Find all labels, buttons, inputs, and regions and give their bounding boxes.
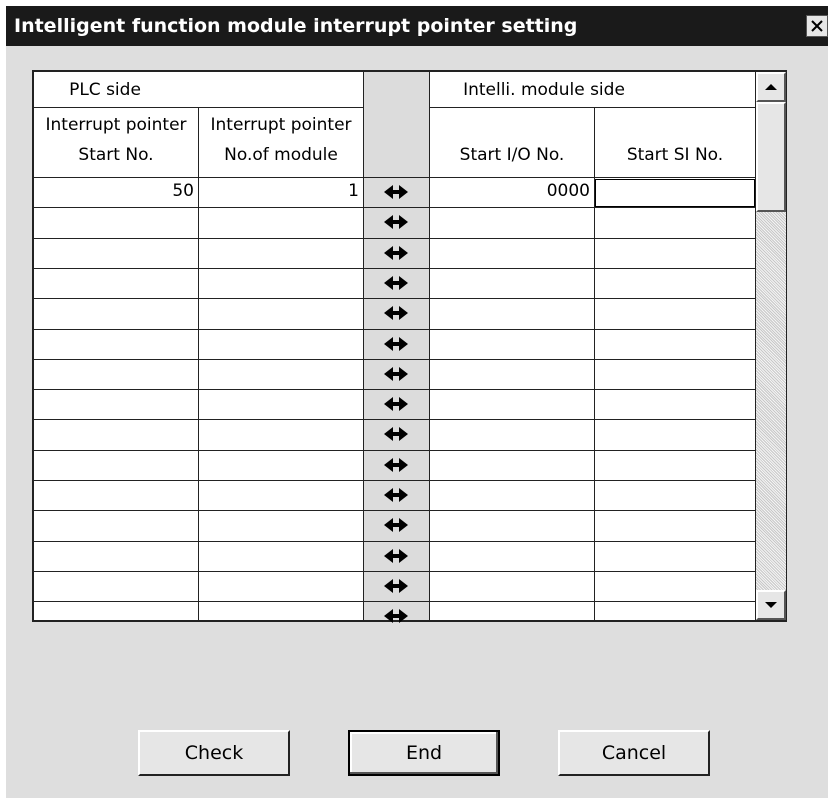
cancel-button[interactable]: Cancel xyxy=(558,730,710,776)
scroll-thumb[interactable] xyxy=(756,102,786,212)
active-cell-editor[interactable] xyxy=(595,179,755,207)
double-arrow-icon xyxy=(384,337,408,351)
double-arrow-icon xyxy=(384,185,408,199)
header-pointer-count-1: Interrupt pointer xyxy=(210,115,352,135)
double-arrow-icon xyxy=(384,488,408,502)
vertical-scrollbar[interactable] xyxy=(755,72,786,620)
double-arrow-icon xyxy=(384,549,408,563)
double-arrow-icon xyxy=(384,306,408,320)
double-arrow-icon xyxy=(384,427,408,441)
double-arrow-icon xyxy=(384,397,408,411)
header-start-si: Start SI No. xyxy=(626,145,724,165)
end-button[interactable]: End xyxy=(348,730,500,776)
double-arrow-icon xyxy=(384,367,408,381)
cell-pointer-count[interactable]: 1 xyxy=(199,181,359,201)
header-plc-side: PLC side xyxy=(69,80,141,100)
dialog-window: Intelligent function module interrupt po… xyxy=(6,6,828,798)
down-arrow-icon xyxy=(765,602,777,608)
header-start-io: Start I/O No. xyxy=(459,145,565,165)
double-arrow-icon xyxy=(384,579,408,593)
header-pointer-start-1: Interrupt pointer xyxy=(45,115,187,135)
double-arrow-icon xyxy=(384,518,408,532)
up-arrow-icon xyxy=(765,84,777,90)
pointer-setting-grid: PLC side Intelli. module side Interrupt … xyxy=(32,70,787,623)
double-arrow-icon xyxy=(384,609,408,623)
header-pointer-start-2: Start No. xyxy=(78,145,154,165)
double-arrow-icon xyxy=(384,246,408,260)
check-button[interactable]: Check xyxy=(138,730,290,776)
scroll-up-button[interactable] xyxy=(756,72,786,102)
double-arrow-icon xyxy=(384,215,408,229)
cell-pointer-start[interactable]: 50 xyxy=(34,181,194,201)
scroll-down-button[interactable] xyxy=(756,590,786,620)
header-pointer-count-2: No.of module xyxy=(224,145,338,165)
window-title: Intelligent function module interrupt po… xyxy=(14,15,578,37)
double-arrow-icon xyxy=(384,276,408,290)
title-bar: Intelligent function module interrupt po… xyxy=(6,6,828,46)
close-button[interactable] xyxy=(806,15,828,37)
header-module-side: Intelli. module side xyxy=(463,80,625,100)
close-icon xyxy=(811,20,823,32)
double-arrow-icon xyxy=(384,458,408,472)
cell-start-io[interactable]: 0000 xyxy=(430,181,590,201)
